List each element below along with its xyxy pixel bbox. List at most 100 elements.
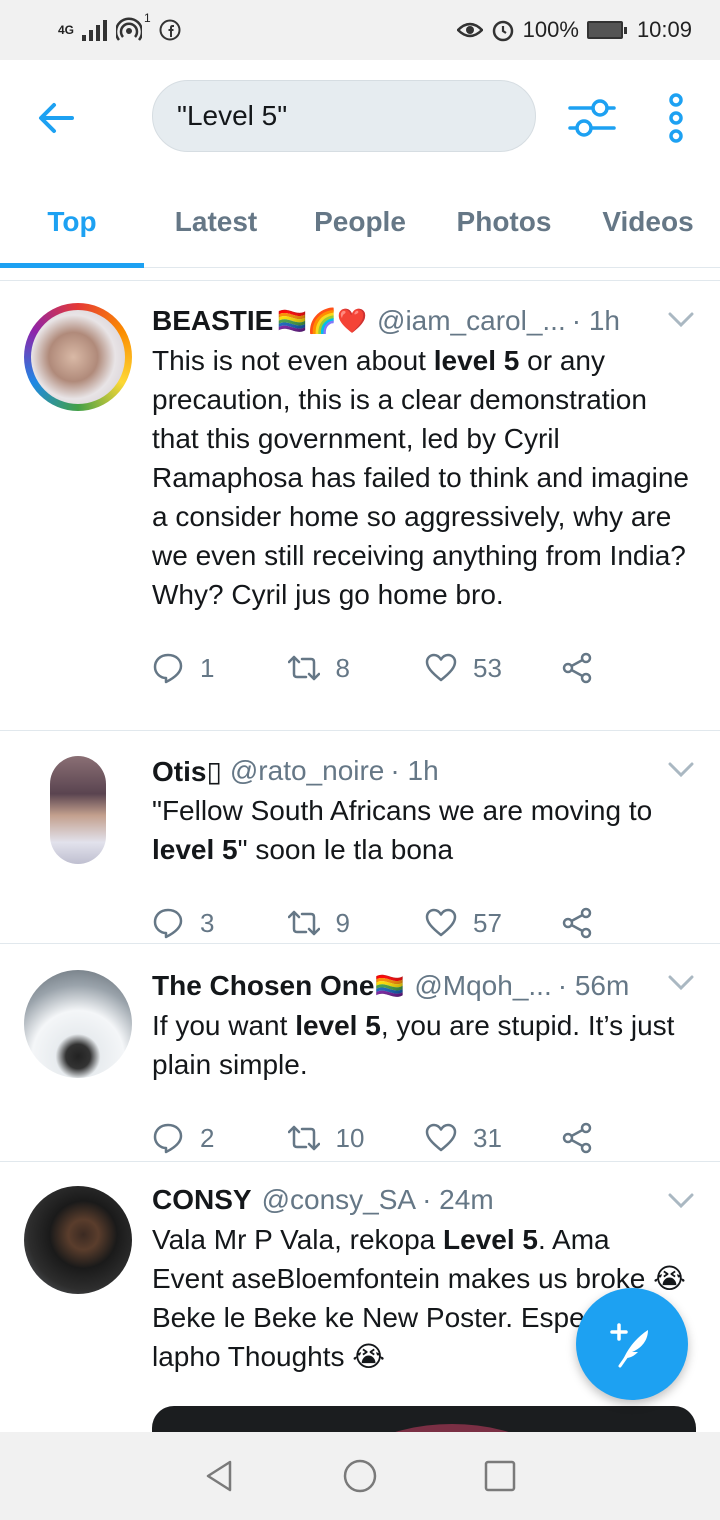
avatar[interactable] [24,1186,132,1294]
clock: 10:09 [636,17,692,42]
user-handle: @rato_noire [229,755,385,786]
reply-count: 3 [200,907,215,938]
chevron-down-icon[interactable] [668,311,694,329]
share-button[interactable] [561,652,697,684]
tweet-time: · 1h [390,755,439,786]
tweet-header: CONSY @consy_SA · 24m [152,1180,696,1220]
chevron-down-icon[interactable] [668,1192,694,1210]
retweet-button[interactable]: 10 [287,1122,424,1154]
user-handle: @Mqoh_... [414,970,552,1001]
retweet-icon [287,910,320,936]
tweet-text: "Fellow South Africans we are moving to … [152,795,653,865]
filter-icon[interactable] [566,94,618,142]
compose-feather-icon [610,1323,648,1368]
user-handle: @iam_carol_... [377,305,566,336]
share-icon [562,907,591,939]
like-button[interactable]: 31 [425,1122,561,1154]
like-button[interactable]: 53 [425,652,561,684]
retweet-count: 10 [335,1122,365,1153]
user-handle: @consy_SA [261,1184,417,1215]
tab-latest[interactable]: Latest [144,176,288,267]
name-emoji: 🏳️‍🌈🌈❤️ [277,307,368,335]
reply-icon [153,908,183,939]
back-arrow-icon[interactable] [34,96,78,140]
system-nav-bar [0,1432,720,1520]
battery-icon [586,21,627,39]
tweet-time: · 1h [571,305,620,336]
tweet-header: The Chosen One 🏳️‍🌈 @Mqoh_... · 56m [152,966,696,1006]
nav-home-icon[interactable] [342,1458,378,1494]
avatar[interactable] [24,303,132,411]
eye-comfort-icon [456,22,483,38]
retweet-button[interactable]: 9 [287,907,424,939]
avatar[interactable] [50,756,106,864]
status-left: 4G 1 [58,11,181,43]
share-button[interactable] [561,1122,697,1154]
reply-icon [153,1123,183,1154]
tab-people-label: People [314,205,406,237]
like-count: 57 [473,907,502,938]
alarm-icon [492,20,513,42]
heart-icon [425,1123,457,1152]
tweet[interactable]: Otis▯ @rato_noire · 1h "Fellow South Afr… [0,731,720,944]
network-type: 4G [58,23,75,37]
share-button[interactable] [561,907,697,939]
tweet[interactable]: BEASTIE 🏳️‍🌈🌈❤️ @iam_carol_... · 1h This… [0,281,720,731]
tweet-time: · 56m [557,970,630,1001]
status-bar: 4G 1 100% 10:09 [0,0,720,60]
tab-videos[interactable]: Videos [576,176,720,267]
reply-button[interactable]: 3 [152,907,288,939]
retweet-count: 8 [335,652,350,683]
retweet-icon [287,1125,320,1151]
nav-back-icon[interactable] [202,1458,238,1494]
tab-people[interactable]: People [288,176,432,267]
facebook-icon [159,19,181,41]
retweet-icon [287,655,320,681]
nav-recents-icon[interactable] [482,1458,518,1494]
avatar[interactable] [24,970,132,1078]
search-query: "Level 5" [177,100,288,131]
tab-photos-label: Photos [456,205,552,237]
battery-percent: 100% [522,17,579,42]
search-header: "Level 5" [0,60,720,176]
hotspot-icon [116,17,143,41]
status-right: 100% 10:09 [456,17,692,43]
hotspot-count: 1 [144,11,151,25]
tweet-feed: BEASTIE 🏳️‍🌈🌈❤️ @iam_carol_... · 1h This… [0,280,720,1432]
display-name[interactable]: The Chosen One [152,970,374,1002]
heart-icon [425,653,457,682]
reply-button[interactable]: 2 [152,1122,288,1154]
like-count: 53 [473,652,502,683]
tweet-actions: 1 8 53 [152,620,696,716]
display-name[interactable]: Otis▯ [152,755,222,788]
name-emoji: 🏳️‍🌈 [374,972,405,1000]
more-options-icon[interactable] [660,90,692,146]
tweet-time: · 24m [422,1184,494,1215]
signal-icon [82,20,108,41]
like-button[interactable]: 57 [425,907,561,939]
compose-tweet-button[interactable] [576,1288,688,1400]
display-name[interactable]: BEASTIE [152,305,273,337]
share-icon [562,1122,591,1154]
tweet[interactable]: The Chosen One 🏳️‍🌈 @Mqoh_... · 56m If y… [0,944,720,1162]
chevron-down-icon[interactable] [668,761,694,779]
search-input[interactable]: "Level 5" [152,80,536,152]
like-count: 31 [473,1122,502,1153]
reply-button[interactable]: 1 [152,652,288,684]
tab-top-label: Top [47,205,97,237]
media-content [322,1424,582,1432]
retweet-button[interactable]: 8 [287,652,424,684]
heart-icon [425,908,457,937]
retweet-count: 9 [335,907,350,938]
share-icon [562,652,591,684]
display-name[interactable]: CONSY [152,1184,252,1216]
tweet-text: This is not even about level 5 or any pr… [152,345,690,610]
tab-photos[interactable]: Photos [432,176,576,267]
tweet-media-image[interactable] [152,1406,696,1432]
tweet-text: If you want level 5, you are stupid. It’… [152,1010,675,1080]
chevron-down-icon[interactable] [668,974,694,992]
tab-latest-label: Latest [174,205,258,237]
tweet-header: BEASTIE 🏳️‍🌈🌈❤️ @iam_carol_... · 1h [152,301,696,341]
reply-count: 2 [200,1122,215,1153]
tab-top[interactable]: Top [0,176,144,268]
